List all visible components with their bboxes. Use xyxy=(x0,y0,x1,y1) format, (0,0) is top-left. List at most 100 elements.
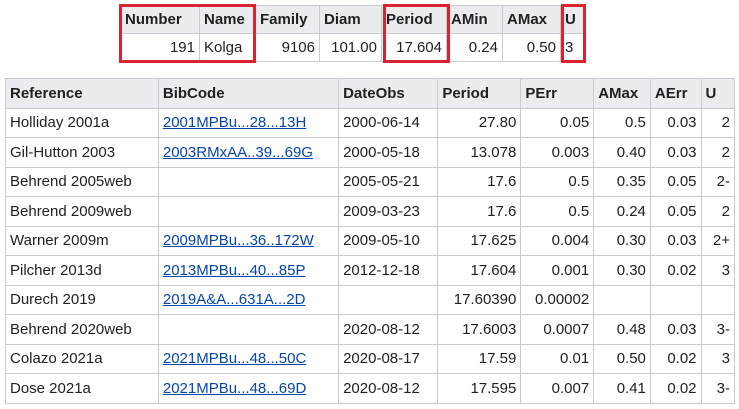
cell-aerr xyxy=(649,284,702,315)
cell-reference: Holliday 2001a xyxy=(5,107,159,138)
cell-dateobs: 2005-05-21 xyxy=(338,166,439,197)
cell-u: 3 xyxy=(700,343,736,374)
cell-perr: 0.5 xyxy=(520,196,595,227)
header-perr: PErr xyxy=(520,78,595,109)
cell-perr: 0.05 xyxy=(520,107,595,138)
cell-reference: Behrend 2009web xyxy=(5,196,159,227)
cell-aerr: 0.02 xyxy=(649,255,702,286)
table-row: Durech 2019 2019A&A...631A...2D 17.60390 0.… xyxy=(5,284,736,315)
cell-reference: Gil-Hutton 2003 xyxy=(5,137,159,168)
cell-aerr: 0.02 xyxy=(649,373,702,404)
table-row: Pilcher 2013d 2013MPBu...40...85P 2012-12-… xyxy=(5,255,736,286)
cell-bibcode xyxy=(157,314,340,345)
bibcode-link[interactable]: 2019A&A...631A...2D xyxy=(163,291,306,308)
cell-aerr: 0.03 xyxy=(649,107,702,138)
bibcode-link[interactable]: 2009MPBu...36..172W xyxy=(163,232,314,249)
cell-perr: 0.001 xyxy=(520,255,595,286)
header-reference: Reference xyxy=(5,78,159,109)
header-family: Family xyxy=(255,5,320,34)
header-u: U xyxy=(700,78,736,109)
cell-bibcode xyxy=(157,166,340,197)
cell-dateobs: 2000-06-14 xyxy=(338,107,439,138)
cell-period: 27.80 xyxy=(437,107,522,138)
value-family: 9106 xyxy=(255,33,320,62)
cell-amax xyxy=(593,284,651,315)
cell-u: 3- xyxy=(700,373,736,404)
cell-perr: 0.007 xyxy=(520,373,595,404)
cell-dateobs: 2012-12-18 xyxy=(338,255,439,286)
cell-aerr: 0.03 xyxy=(649,137,702,168)
table-row: Behrend 2020web 2020-08-12 17.6003 0.0007 0.… xyxy=(5,314,736,345)
cell-amax: 0.30 xyxy=(593,225,651,256)
cell-reference: Durech 2019 xyxy=(5,284,159,315)
cell-u: 2 xyxy=(700,137,736,168)
cell-period: 17.59 xyxy=(437,343,522,374)
cell-u: 2- xyxy=(700,166,736,197)
cell-amax: 0.41 xyxy=(593,373,651,404)
cell-reference: Behrend 2005web xyxy=(5,166,159,197)
cell-aerr: 0.03 xyxy=(649,314,702,345)
bibcode-link[interactable]: 2013MPBu...40...85P xyxy=(163,262,306,279)
cell-amax: 0.35 xyxy=(593,166,651,197)
cell-u: 3 xyxy=(700,255,736,286)
summary-value-row: 191 Kolga 9106 101.00 17.604 0.24 0.50 3 xyxy=(120,33,585,62)
table-row: Behrend 2005web 2005-05-21 17.6 0.5 0.35 0.05… xyxy=(5,166,736,197)
cell-bibcode: 2003RMxAA..39...69G xyxy=(157,137,340,168)
bibcode-link[interactable]: 2001MPBu...28...13H xyxy=(163,114,306,131)
cell-bibcode: 2021MPBu...48...50C xyxy=(157,343,340,374)
cell-aerr: 0.05 xyxy=(649,166,702,197)
cell-dateobs: 2000-05-18 xyxy=(338,137,439,168)
value-period: 17.604 xyxy=(381,33,447,62)
cell-amax: 0.24 xyxy=(593,196,651,227)
table-row: Holliday 2001a 2001MPBu...28...13H 2000-06… xyxy=(5,107,736,138)
cell-period: 13.078 xyxy=(437,137,522,168)
cell-perr: 0.5 xyxy=(520,166,595,197)
cell-dateobs: 2009-03-23 xyxy=(338,196,439,227)
header-u: U xyxy=(560,5,585,34)
cell-perr: 0.003 xyxy=(520,137,595,168)
header-amax: AMax xyxy=(593,78,651,109)
cell-amax: 0.40 xyxy=(593,137,651,168)
bibcode-link[interactable]: 2003RMxAA..39...69G xyxy=(163,144,313,161)
bibcode-link[interactable]: 2021MPBu...48...69D xyxy=(163,380,306,397)
cell-amax: 0.50 xyxy=(593,343,651,374)
cell-u: 2 xyxy=(700,107,736,138)
reference-table: Reference BibCode DateObs Period PErr AM… xyxy=(5,78,736,404)
cell-dateobs: 2020-08-12 xyxy=(338,373,439,404)
cell-bibcode: 2021MPBu...48...69D xyxy=(157,373,340,404)
value-u: 3 xyxy=(560,33,585,62)
value-amin: 0.24 xyxy=(446,33,503,62)
cell-reference: Warner 2009m xyxy=(5,225,159,256)
cell-amax: 0.30 xyxy=(593,255,651,286)
header-amin: AMin xyxy=(446,5,503,34)
header-number: Number xyxy=(120,5,200,34)
cell-dateobs: 2020-08-12 xyxy=(338,314,439,345)
cell-aerr: 0.05 xyxy=(649,196,702,227)
cell-dateobs: 2009-05-10 xyxy=(338,225,439,256)
cell-perr: 0.00002 xyxy=(520,284,595,315)
cell-perr: 0.0007 xyxy=(520,314,595,345)
cell-amax: 0.5 xyxy=(593,107,651,138)
summary-table: Number Name Family Diam Period AMin AMax… xyxy=(120,5,585,62)
value-diam: 101.00 xyxy=(319,33,382,62)
value-number: 191 xyxy=(120,33,200,62)
header-name: Name xyxy=(199,5,256,34)
cell-dateobs: 2020-08-17 xyxy=(338,343,439,374)
cell-dateobs xyxy=(338,284,439,315)
bibcode-link[interactable]: 2021MPBu...48...50C xyxy=(163,350,306,367)
cell-u: 2 xyxy=(700,196,736,227)
cell-bibcode: 2013MPBu...40...85P xyxy=(157,255,340,286)
cell-bibcode xyxy=(157,196,340,227)
reference-table-body: Holliday 2001a 2001MPBu...28...13H 2000-06… xyxy=(5,107,736,404)
header-period: Period xyxy=(381,5,447,34)
cell-reference: Dose 2021a xyxy=(5,373,159,404)
header-bibcode: BibCode xyxy=(157,78,340,109)
table-row: Gil-Hutton 2003 2003RMxAA..39...69G 2000-0… xyxy=(5,137,736,168)
cell-bibcode: 2001MPBu...28...13H xyxy=(157,107,340,138)
header-period: Period xyxy=(437,78,522,109)
header-aerr: AErr xyxy=(649,78,702,109)
cell-perr: 0.004 xyxy=(520,225,595,256)
cell-period: 17.6003 xyxy=(437,314,522,345)
cell-bibcode: 2009MPBu...36..172W xyxy=(157,225,340,256)
cell-reference: Behrend 2020web xyxy=(5,314,159,345)
